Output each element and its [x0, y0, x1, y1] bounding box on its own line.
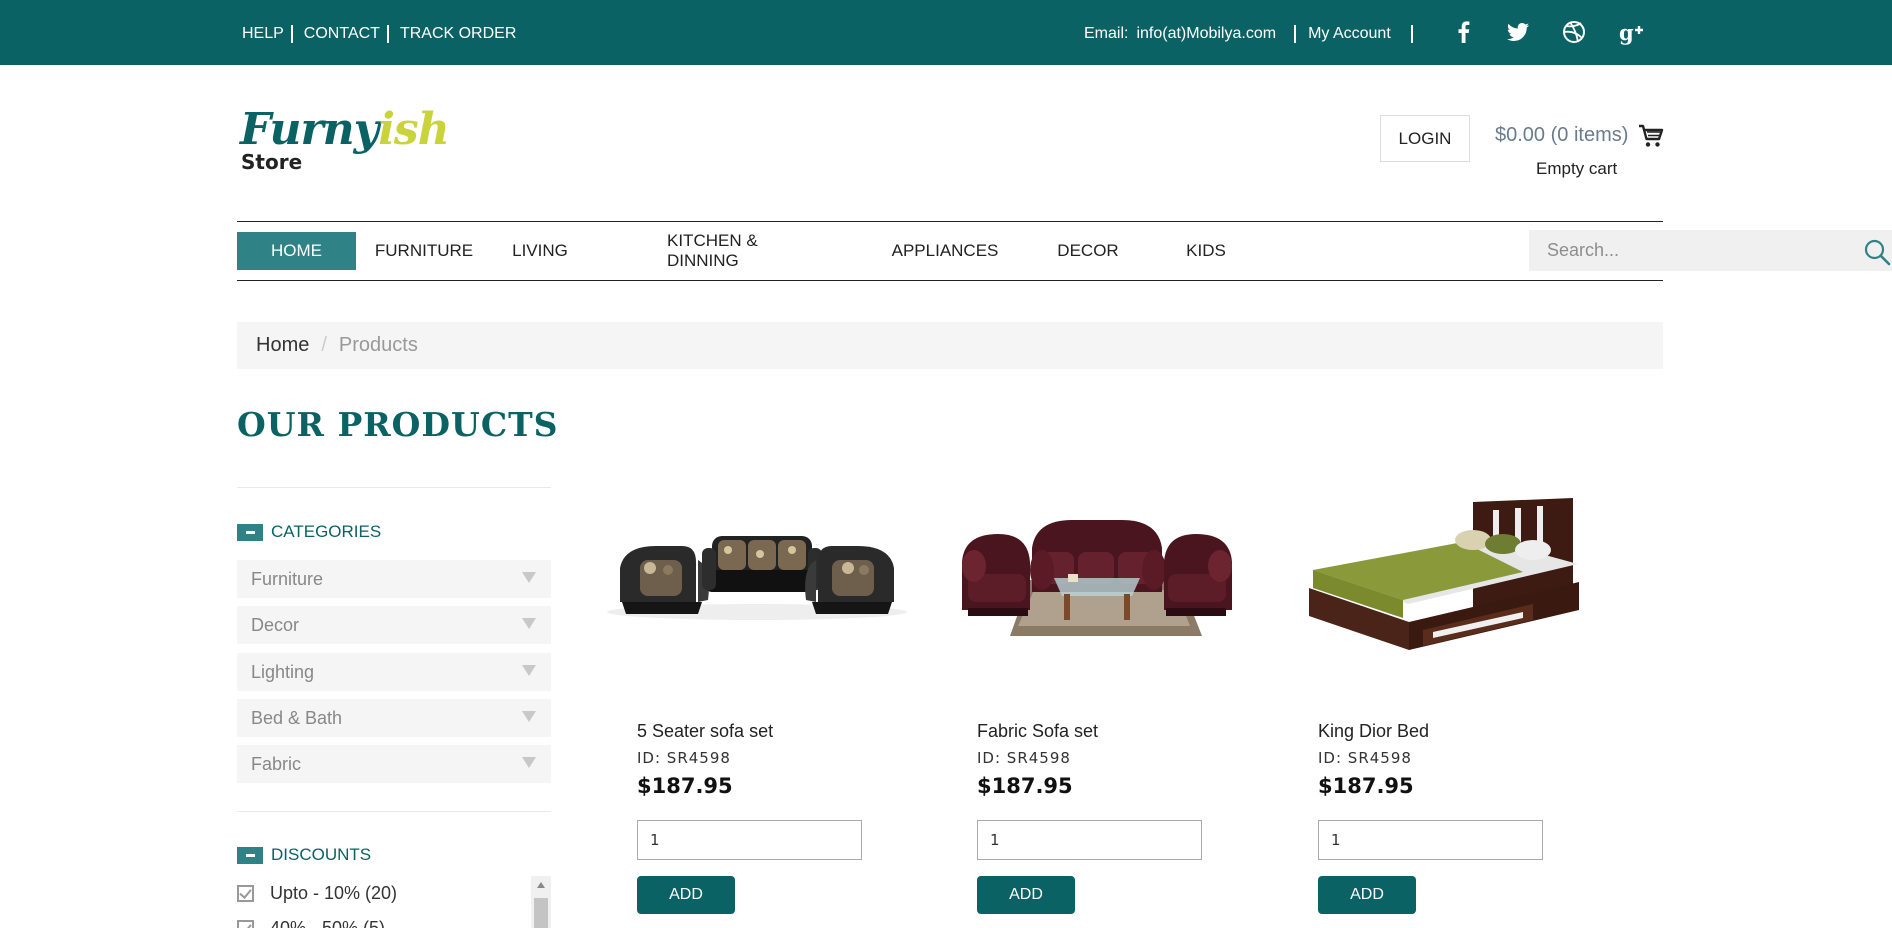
product-id: ID: SR4598 [637, 749, 731, 767]
nav-kids[interactable]: KIDS [1181, 232, 1231, 270]
discounts-header[interactable]: DISCOUNTS [237, 845, 371, 865]
discounts-scrollbar[interactable] [531, 876, 551, 928]
search-icon[interactable] [1863, 238, 1891, 266]
checkbox[interactable] [237, 920, 254, 928]
product-image[interactable] [1283, 470, 1593, 680]
breadcrumb-separator: / [321, 334, 327, 356]
product-name[interactable]: 5 Seater sofa set [637, 721, 773, 742]
divider [386, 25, 389, 43]
top-account: Email: info(at)Mobilya.com My Account [1084, 25, 1425, 43]
quantity-input[interactable] [637, 820, 862, 860]
categories-header[interactable]: CATEGORIES [237, 522, 381, 542]
collapse-icon[interactable] [237, 846, 263, 864]
email-value[interactable]: info(at)Mobilya.com [1136, 25, 1276, 43]
product-name[interactable]: King Dior Bed [1318, 721, 1429, 742]
categories-title: CATEGORIES [271, 522, 382, 541]
nav-decor[interactable]: DECOR [1057, 232, 1119, 270]
add-to-cart-button[interactable]: ADD [977, 876, 1075, 914]
cart-icon[interactable] [1638, 123, 1664, 149]
email-label: Email: [1084, 25, 1129, 42]
chevron-down-icon [522, 711, 536, 722]
track-order-link[interactable]: TRACK ORDER [400, 25, 516, 43]
divider [237, 811, 551, 812]
divider [290, 25, 293, 43]
nav-kitchen-dinning[interactable]: KITCHEN & DINNING [667, 231, 827, 270]
top-links: HELP CONTACT TRACK ORDER [242, 25, 516, 43]
nav-appliances[interactable]: APPLIANCES [892, 232, 999, 270]
page-title: OUR PRODUCTS [237, 405, 559, 444]
product-card: 5 Seater sofa set ID: SR4598 $187.95 ADD [602, 470, 912, 920]
nav-living[interactable]: LIVING [505, 232, 575, 270]
discount-option[interactable]: Upto - 10% (20) [237, 883, 397, 904]
cart-total[interactable]: $0.00 (0 items) [1495, 124, 1628, 147]
logo-subtitle: Store [241, 150, 303, 174]
search-box [1529, 230, 1892, 271]
contact-link[interactable]: CONTACT [304, 25, 380, 43]
discount-label: 40% - 50% (5) [270, 918, 386, 928]
collapse-icon[interactable] [237, 523, 263, 541]
scroll-up-icon[interactable] [537, 882, 545, 888]
my-account-link[interactable]: My Account [1308, 25, 1391, 43]
login-button[interactable]: LOGIN [1380, 115, 1470, 162]
product-id: ID: SR4598 [977, 749, 1071, 767]
dribbble-icon[interactable] [1561, 19, 1587, 45]
product-image[interactable] [942, 470, 1252, 680]
divider [237, 487, 551, 488]
discounts-title: DISCOUNTS [271, 845, 372, 864]
svg-text:g: g [1619, 20, 1634, 45]
category-decor[interactable]: Decor [237, 606, 551, 644]
quantity-input[interactable] [1318, 820, 1543, 860]
nav-furniture[interactable]: FURNITURE [374, 232, 474, 270]
top-bar: HELP CONTACT TRACK ORDER Email: info(at)… [0, 0, 1892, 65]
nav-home[interactable]: HOME [237, 232, 356, 270]
product-name[interactable]: Fabric Sofa set [977, 721, 1098, 742]
product-image[interactable] [602, 470, 912, 680]
category-fabric[interactable]: Fabric [237, 745, 551, 783]
product-price: $187.95 [637, 774, 733, 798]
product-card: King Dior Bed ID: SR4598 $187.95 ADD [1283, 470, 1593, 920]
twitter-icon[interactable] [1505, 19, 1531, 45]
category-lighting[interactable]: Lighting [237, 653, 551, 691]
product-price: $187.95 [1318, 774, 1414, 798]
google-plus-icon[interactable]: g [1619, 19, 1647, 45]
category-bed-bath[interactable]: Bed & Bath [237, 699, 551, 737]
divider [1410, 25, 1413, 43]
facebook-icon[interactable] [1451, 19, 1477, 45]
main-nav: HOME FURNITURE LIVING KITCHEN & DINNING … [237, 221, 1892, 281]
discount-label: Upto - 10% (20) [270, 883, 398, 903]
divider [1294, 25, 1297, 43]
cart-status: Empty cart [1536, 159, 1618, 178]
logo-wordmark: Furnyish [240, 104, 450, 155]
product-card: Fabric Sofa set ID: SR4598 $187.95 ADD [942, 470, 1252, 920]
chevron-down-icon [522, 757, 536, 768]
add-to-cart-button[interactable]: ADD [1318, 876, 1416, 914]
breadcrumb: Home / Products [237, 322, 1663, 369]
category-furniture[interactable]: Furniture [237, 560, 551, 598]
breadcrumb-home[interactable]: Home [256, 334, 309, 357]
chevron-down-icon [522, 618, 536, 629]
add-to-cart-button[interactable]: ADD [637, 876, 735, 914]
discount-option[interactable]: 40% - 50% (5) [237, 918, 385, 928]
search-input[interactable] [1529, 230, 1829, 271]
breadcrumb-current: Products [338, 334, 418, 356]
scroll-thumb[interactable] [534, 898, 548, 928]
checkbox[interactable] [237, 885, 254, 902]
chevron-down-icon [522, 665, 536, 676]
product-id: ID: SR4598 [1318, 749, 1412, 767]
product-price: $187.95 [977, 774, 1073, 798]
quantity-input[interactable] [977, 820, 1202, 860]
help-link[interactable]: HELP [242, 25, 284, 43]
store-logo[interactable]: Furnyish Store [240, 104, 450, 174]
chevron-down-icon [522, 572, 536, 583]
